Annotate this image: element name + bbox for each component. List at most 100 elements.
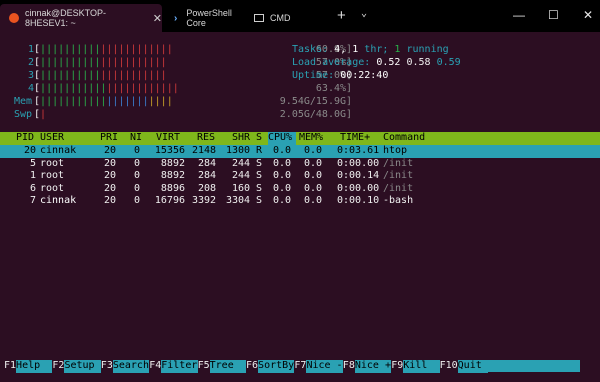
fkey-bar-fill (487, 360, 580, 372)
cell-shr: 160 (231, 182, 250, 194)
cell-res: 284 (197, 170, 216, 181)
fkey-key: F10 (439, 360, 458, 371)
cell-ni: 0 (134, 170, 141, 181)
column-mem[interactable]: MEM% (299, 132, 323, 145)
fkey-label: Nice + (354, 360, 392, 373)
fkey-label: Setup (64, 360, 101, 373)
cell-pri: 20 (104, 195, 117, 206)
cell-shr: 3304 (226, 195, 251, 206)
column-command[interactable]: Command (383, 132, 425, 145)
fkey-key: F4 (149, 360, 162, 371)
cell-shr: 244 (231, 170, 250, 181)
cell-pri: 20 (104, 145, 117, 156)
table-row[interactable]: 5 root 20 0 8892 284 244 S 0.0 0.0 0:00.00/init (0, 158, 600, 171)
table-row[interactable]: 6 root 20 0 8896 208 160 S 0.0 0.0 0:00.00/init (0, 183, 600, 196)
tasks-line: Tasks: 4, 1 thr; 1 running (292, 44, 449, 55)
cell-time: 0:00.10 (337, 195, 380, 206)
tab-powershell[interactable]: › PowerShell Core (162, 4, 244, 32)
cell-cpu: 0.0 (273, 170, 292, 181)
cell-pid: 5 (29, 157, 36, 169)
cell-time: 0:00.14 (337, 170, 380, 181)
fkey-f8[interactable]: F8Nice + (342, 360, 392, 373)
chevron-down-icon[interactable]: ⌄ (361, 8, 367, 19)
close-button[interactable]: ✕ (583, 8, 593, 22)
column-pid[interactable]: PID (16, 132, 34, 145)
cell-user: cinnak (40, 145, 77, 156)
fkey-key: F1 (4, 360, 17, 371)
process-table-header[interactable]: PID USER PRI NI VIRT RES SHR S CPU% MEM%… (0, 132, 600, 145)
cell-virt: 15356 (154, 145, 185, 156)
meter-bar: | (40, 109, 47, 120)
cell-mem: 0.0 (304, 157, 323, 169)
cell-s: S (256, 170, 263, 181)
tab-ubuntu[interactable]: cinnak@DESKTOP-8HESEV1: ~ ✕ (0, 4, 162, 32)
column-user[interactable]: USER (40, 132, 64, 145)
column-cpu[interactable]: CPU% (268, 132, 292, 145)
fkey-f4[interactable]: F4Filter (149, 360, 198, 373)
fkey-label: Tree (209, 360, 247, 373)
tab-bar: cinnak@DESKTOP-8HESEV1: ~ ✕ › PowerShell… (0, 0, 600, 32)
fkey-label: Search (112, 360, 150, 373)
cell-command: /init (383, 157, 414, 169)
cell-pri: 20 (104, 182, 117, 194)
cell-res: 3392 (192, 195, 217, 206)
fkey-key: F2 (52, 360, 65, 371)
fkey-label: Quit (457, 360, 488, 373)
fkey-label: Kill (403, 360, 440, 373)
cell-user: root (40, 182, 65, 194)
fkey-f5[interactable]: F5Tree (197, 360, 247, 373)
column-time[interactable]: TIME+ (340, 132, 370, 145)
cell-mem: 0.0 (304, 182, 323, 194)
fkey-f2[interactable]: F2Setup (52, 360, 101, 373)
maximize-button[interactable]: ☐ (548, 8, 559, 22)
uptime-line: Uptime: 00:22:40 (292, 70, 389, 81)
fkey-key: F7 (294, 360, 307, 371)
table-row[interactable]: 7 cinnak 20 0 16796 3392 3304 S 0.0 0.0 0:00.10 -ba… (0, 195, 600, 208)
cell-virt: 8892 (160, 170, 185, 181)
meter-bar: ||||||||||||||||||||| (40, 70, 167, 81)
meter-value: 63.4%] (315, 83, 353, 94)
cell-command: -bash (383, 195, 414, 206)
fkey-f3[interactable]: F3Search (100, 360, 150, 373)
new-tab-button[interactable]: + (337, 7, 346, 24)
cell-ni: 0 (134, 145, 141, 156)
fkey-f9[interactable]: F9Kill (391, 360, 440, 373)
cell-s: S (256, 195, 263, 206)
load-average-line: Load average: 0.52 0.58 0.59 (292, 57, 461, 68)
fkey-label: Help (16, 360, 53, 373)
column-res[interactable]: RES (197, 132, 215, 145)
cell-res: 2148 (192, 145, 217, 156)
terminal-content[interactable]: 1[|||||||||||||||||||||| 60.9%] 2[||||||||… (0, 32, 600, 382)
column-shr[interactable]: SHR (232, 132, 250, 145)
ubuntu-icon (9, 13, 19, 24)
column-state[interactable]: S (256, 132, 262, 145)
tab-label: CMD (270, 13, 291, 23)
cell-shr: 1300 (226, 145, 251, 156)
tab-label: PowerShell Core (186, 8, 232, 28)
column-ni[interactable]: NI (130, 132, 142, 145)
meter-bar: |||||||||||||||||||||| (40, 96, 173, 107)
cell-s: S (256, 157, 263, 169)
cell-user: root (40, 170, 65, 181)
meter-label: 4 (27, 83, 34, 94)
tab-cmd[interactable]: CMD (244, 4, 334, 32)
fkey-f10[interactable]: F10Quit (439, 360, 488, 373)
column-pri[interactable]: PRI (100, 132, 118, 145)
cell-virt: 8892 (160, 157, 185, 169)
fkey-f1[interactable]: F1Help (4, 360, 53, 373)
meter-label: 1 (27, 44, 34, 55)
column-virt[interactable]: VIRT (156, 132, 180, 145)
cell-ni: 0 (134, 157, 141, 169)
cell-mem: 0.0 (304, 195, 323, 206)
close-icon[interactable]: ✕ (153, 12, 162, 25)
fkey-key: F8 (342, 360, 355, 371)
minimize-button[interactable]: — (513, 8, 525, 22)
meter-label: Mem (14, 96, 33, 107)
table-row[interactable]: 20 cinnak 20 0 15356 2148 1300 R 0.0 0.0 0:03.61 ht… (0, 145, 600, 158)
fkey-f7[interactable]: F7Nice - (294, 360, 343, 373)
table-row[interactable]: 1 root 20 0 8892 284 244 S 0.0 0.0 0:00.14/init (0, 170, 600, 183)
cell-mem: 0.0 (304, 170, 323, 181)
meter-row: Mem [|||||||||||||||||||||| 9.54G/15.9G] (14, 96, 353, 107)
meter-value: 2.05G/48.0G] (279, 109, 353, 120)
fkey-f6[interactable]: F6SortBy (246, 360, 295, 373)
